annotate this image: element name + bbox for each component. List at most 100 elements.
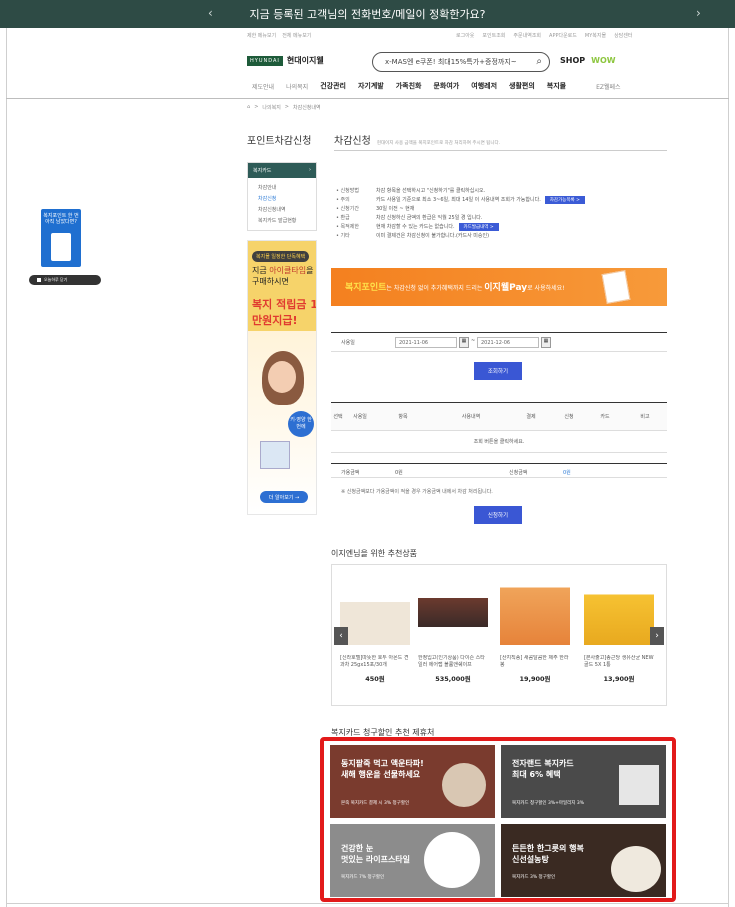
table-header: 선택 사용일 항목 사용내역 결제 신청 카드 비고 xyxy=(331,403,667,431)
nav-item[interactable]: 자기계발 xyxy=(358,81,384,91)
logo-brand: HYUNDAI xyxy=(247,55,283,66)
card-issue-button[interactable]: 카드발급내역 > xyxy=(458,222,499,231)
nav-item[interactable]: 나의복지 xyxy=(286,81,308,91)
shop-links: SHOP WOW xyxy=(560,56,616,65)
util-link-help[interactable]: 상담센터 xyxy=(614,32,632,39)
announcement-next-arrow[interactable]: › xyxy=(696,6,701,20)
sidebar-head-label: 복지카드 xyxy=(253,168,272,174)
sidebar-item-history[interactable]: 차감신청내역 xyxy=(248,204,316,215)
nav-item[interactable]: 여행레저 xyxy=(471,81,497,91)
nav-item[interactable]: 문화여가 xyxy=(433,81,459,91)
store-title: 든든한 한그릇의 행복 신선설농탕 xyxy=(512,844,584,864)
nav-item[interactable]: 가족친화 xyxy=(396,81,422,91)
side-ad-banner[interactable]: 복지몰 일정한 단독혜택 지금 아이클타임을 구매하시면 복지 적립금 1만원지… xyxy=(247,240,317,515)
page-frame-bottom xyxy=(6,903,729,904)
nav-item[interactable]: 복지몰 xyxy=(547,81,566,91)
store-title: 동지팥죽 먹고 액운타파! 새해 행운을 선물하세요 xyxy=(341,759,424,779)
product-card[interactable]: [신라호텔]따뜻한 호두 아몬드 견과차 25gx15포/30개 450원 xyxy=(340,573,410,683)
home-icon[interactable]: ⌂ xyxy=(247,104,250,111)
product-price: 535,000원 xyxy=(435,675,471,683)
usage-table: 선택 사용일 항목 사용내역 결제 신청 카드 비고 조회 버튼을 클릭하세요. xyxy=(331,402,667,453)
nav-item[interactable]: 생활편의 xyxy=(509,81,535,91)
util-link-orders[interactable]: 주문내역조회 xyxy=(513,32,541,39)
util-link-app[interactable]: APP다운로드 xyxy=(549,32,577,39)
nav-item[interactable]: 제도안내 xyxy=(252,81,274,91)
product-card[interactable]: [본사출고]종근당 생유산균 NEW골드 5X 1통 13,900원 xyxy=(584,573,654,683)
nav-item[interactable]: 건강관리 xyxy=(320,81,346,91)
deductible-list-button[interactable]: 차감가능목록 > xyxy=(544,195,585,204)
search-input[interactable]: x-MAS엔 e쿠폰! 최대15%특가+증정까지~ ⌕ xyxy=(372,52,550,72)
wow-link[interactable]: WOW xyxy=(591,56,615,65)
announcement-prev-arrow[interactable]: ‹ xyxy=(208,6,213,20)
util-link-point[interactable]: 포인트조회 xyxy=(482,32,505,39)
carousel-prev-button[interactable]: ‹ xyxy=(334,627,348,645)
store-title: 전자랜드 복지카드 최대 6% 혜택 xyxy=(512,759,574,779)
guide-row: • 기타 이미 결제건은 차감신청이 불가합니다.(카드사 미승인) xyxy=(336,231,585,240)
title-divider xyxy=(334,150,667,151)
product-image xyxy=(418,573,488,645)
sidebar-title: 포인트차감신청 xyxy=(247,136,312,147)
breadcrumb: ⌂ > 나의복지 > 차감신청내역 xyxy=(247,104,321,111)
promo-text: 복지포인트는 차감신청 없이 추가혜택까지 드리는 이지웰Pay로 사용하세요! xyxy=(345,283,565,293)
highlight-frame: 동지팥죽 먹고 액운타파! 새해 행운을 선물하세요 본죽 복지카드 결제 시 3… xyxy=(320,737,676,902)
guide-key: • 신청기간 xyxy=(336,206,359,212)
store-banner-seolnongtang[interactable]: 든든한 한그릇의 행복 신선설농탕 복지카드 3% 청구할인 xyxy=(501,824,666,897)
util-link-my[interactable]: MY복지몰 xyxy=(585,32,606,39)
store-banner-eyewear[interactable]: 건강한 눈 멋있는 라이프스타일 복지카드 7% 청구할인 xyxy=(330,824,495,897)
page-title: 차감신청 현대이지 사용 금액을 복지포인트로 차감 처리하여 주시면 됩니다. xyxy=(334,132,500,147)
col-payment: 결제 xyxy=(526,414,536,420)
product-card[interactable]: 한정입고(인기상품) 다이슨 스타일러 에어랩 볼륨앤쉐이프 535,000원 xyxy=(418,573,488,683)
col-apply: 신청 xyxy=(564,414,574,420)
guide-value: 차감 항목을 선택하시고 "신청하기"를 클릭하십시오. xyxy=(376,188,486,194)
sidebar-item-guide[interactable]: 차감안내 xyxy=(248,182,316,193)
search-button[interactable]: 조회하기 xyxy=(474,362,522,380)
guide-row: • 환급 차감 신청하신 금액의 환급은 익월 25일 경 입니다. xyxy=(336,213,585,222)
guide-key: • 기타 xyxy=(336,233,350,239)
sidebar-item-apply[interactable]: 차감신청 xyxy=(248,193,316,204)
guide-key: • 환급 xyxy=(336,215,350,221)
floating-close-bar[interactable]: 오늘하루 닫기 xyxy=(29,275,101,285)
util-link[interactable]: 제한 메뉴보기 xyxy=(247,32,276,39)
breadcrumb-item: 차감신청내역 xyxy=(293,105,321,111)
utility-links-right: 로그아웃 포인트조회 주문내역조회 APP다운로드 MY복지몰 상담센터 xyxy=(456,32,632,39)
carousel-next-button[interactable]: › xyxy=(650,627,664,645)
store-banner-bonjuk[interactable]: 동지팥죽 먹고 액운타파! 새해 행운을 선물하세요 본죽 복지카드 결제 시 3… xyxy=(330,745,495,818)
logo-name: 현대이지웰 xyxy=(286,56,324,65)
amount-note: ※ 신청금액보다 가용금액이 적을 경우 가용금액 내에서 차감 처리됩니다. xyxy=(341,489,493,495)
store-subtitle: 복지카드 청구할인 3%+마일리지 3% xyxy=(512,801,585,806)
sidebar-item-card-status[interactable]: 복지카드 발급현황 xyxy=(248,215,316,226)
checkbox-icon[interactable] xyxy=(37,278,41,282)
col-detail: 사용내역 xyxy=(461,414,481,420)
ad-more-button[interactable]: 더 알아보기 → xyxy=(260,491,308,503)
sidebar-head[interactable]: 복지카드 › xyxy=(248,163,316,178)
product-card[interactable]: [산지직송] 새콤달콤한 제주 한라봉 19,900원 xyxy=(500,573,570,683)
nav-item-extra[interactable]: EZ웰페스 xyxy=(596,81,620,91)
announcement-text[interactable]: 지금 등록된 고객님의 전화번호/메일이 정확한가요? xyxy=(249,6,485,22)
date-label: 사용일 xyxy=(341,340,355,346)
date-to-input[interactable]: 2021-12-06 xyxy=(477,337,539,348)
card-illustration xyxy=(601,270,631,304)
util-link[interactable]: 전체 메뉴보기 xyxy=(282,32,311,39)
site-logo[interactable]: HYUNDAI 현대이지웰 xyxy=(247,55,324,66)
store-subtitle: 복지카드 7% 청구할인 xyxy=(341,875,385,880)
search-icon[interactable]: ⌕ xyxy=(536,56,542,67)
store-banner-electroland[interactable]: 전자랜드 복지카드 최대 6% 혜택 복지카드 청구할인 3%+마일리지 3% xyxy=(501,745,666,818)
announcement-bar[interactable]: ‹ 지금 등록된 고객님의 전화번호/메일이 정확한가요? › xyxy=(0,0,735,28)
guide-key: • 목적제한 xyxy=(336,224,359,230)
guide-row: • 신청기간 30일 이전 ~ 현재 xyxy=(336,204,585,213)
store-image xyxy=(442,763,486,807)
floating-point-widget[interactable]: 복지포인트 한 번 아직 남았다면? xyxy=(41,209,81,267)
product-price: 13,900원 xyxy=(603,675,635,683)
product-image xyxy=(500,573,570,645)
breadcrumb-item[interactable]: 나의복지 xyxy=(262,104,280,111)
available-value: 0원 xyxy=(395,470,403,476)
breadcrumb-sep: > xyxy=(284,104,289,110)
date-from-input[interactable]: 2021-11-06 xyxy=(395,337,457,348)
apply-button[interactable]: 신청하기 xyxy=(474,506,522,524)
util-link-logout[interactable]: 로그아웃 xyxy=(456,32,474,39)
product-image xyxy=(584,573,654,645)
calendar-icon[interactable]: ▦ xyxy=(541,337,551,348)
calendar-icon[interactable]: ▦ xyxy=(459,337,469,348)
shop-link[interactable]: SHOP xyxy=(560,56,585,65)
ezwel-pay-promo-banner[interactable]: 복지포인트는 차감신청 없이 추가혜택까지 드리는 이지웰Pay로 사용하세요! xyxy=(331,268,667,306)
